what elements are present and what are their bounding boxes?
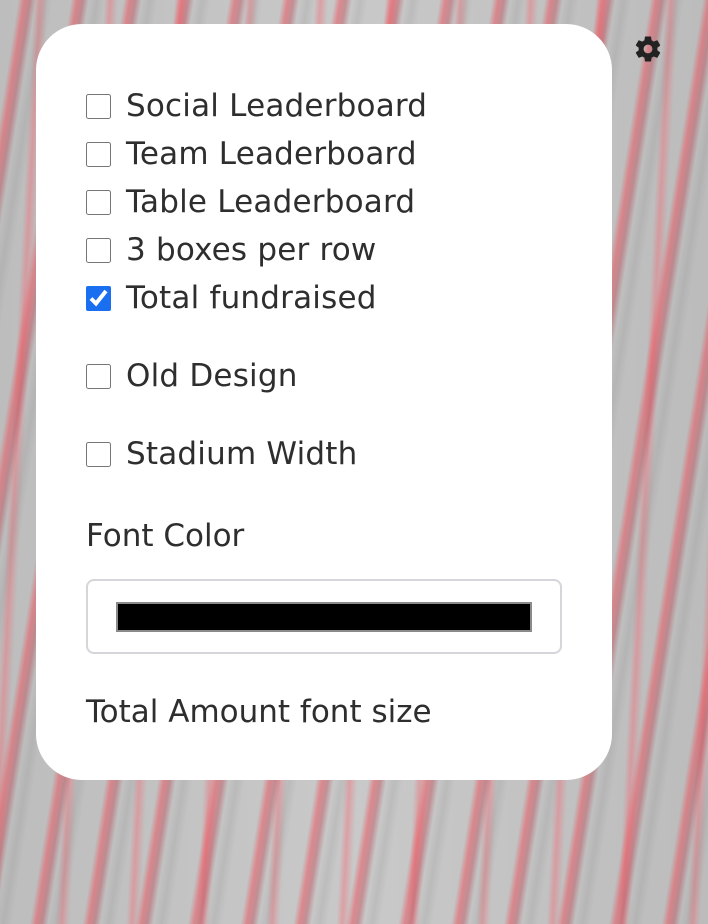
gear-icon bbox=[635, 36, 661, 62]
old-design-checkbox[interactable] bbox=[86, 363, 111, 389]
boxes-per-row-checkbox[interactable] bbox=[86, 237, 111, 263]
old-design-label: Old Design bbox=[126, 357, 298, 394]
font-color-swatch bbox=[116, 601, 532, 632]
table-leaderboard-checkbox[interactable] bbox=[86, 189, 111, 215]
total-fundraised-label: Total fundraised bbox=[126, 279, 377, 316]
option-table-leaderboard[interactable]: Table Leaderboard bbox=[86, 178, 562, 226]
settings-gear-button[interactable] bbox=[633, 34, 663, 64]
font-color-label: Font Color bbox=[86, 518, 245, 554]
option-stadium-width[interactable]: Stadium Width bbox=[86, 430, 562, 478]
option-total-fundraised[interactable]: Total fundraised bbox=[86, 274, 562, 322]
social-leaderboard-label: Social Leaderboard bbox=[126, 87, 428, 124]
option-boxes-per-row[interactable]: 3 boxes per row bbox=[86, 226, 562, 274]
boxes-per-row-label: 3 boxes per row bbox=[126, 231, 377, 268]
total-fundraised-checkbox[interactable] bbox=[86, 285, 111, 311]
font-color-picker[interactable] bbox=[86, 579, 562, 655]
stadium-width-checkbox[interactable] bbox=[86, 441, 111, 467]
option-old-design[interactable]: Old Design bbox=[86, 352, 562, 400]
option-team-leaderboard[interactable]: Team Leaderboard bbox=[86, 130, 562, 178]
team-leaderboard-checkbox[interactable] bbox=[86, 141, 111, 167]
option-social-leaderboard[interactable]: Social Leaderboard bbox=[86, 82, 562, 130]
social-leaderboard-checkbox[interactable] bbox=[86, 93, 111, 119]
team-leaderboard-label: Team Leaderboard bbox=[126, 135, 417, 172]
settings-panel: Social Leaderboard Team Leaderboard Tabl… bbox=[36, 24, 612, 780]
total-amount-font-size-label: Total Amount font size bbox=[86, 694, 432, 731]
table-leaderboard-label: Table Leaderboard bbox=[126, 183, 416, 220]
stadium-width-label: Stadium Width bbox=[126, 435, 358, 472]
